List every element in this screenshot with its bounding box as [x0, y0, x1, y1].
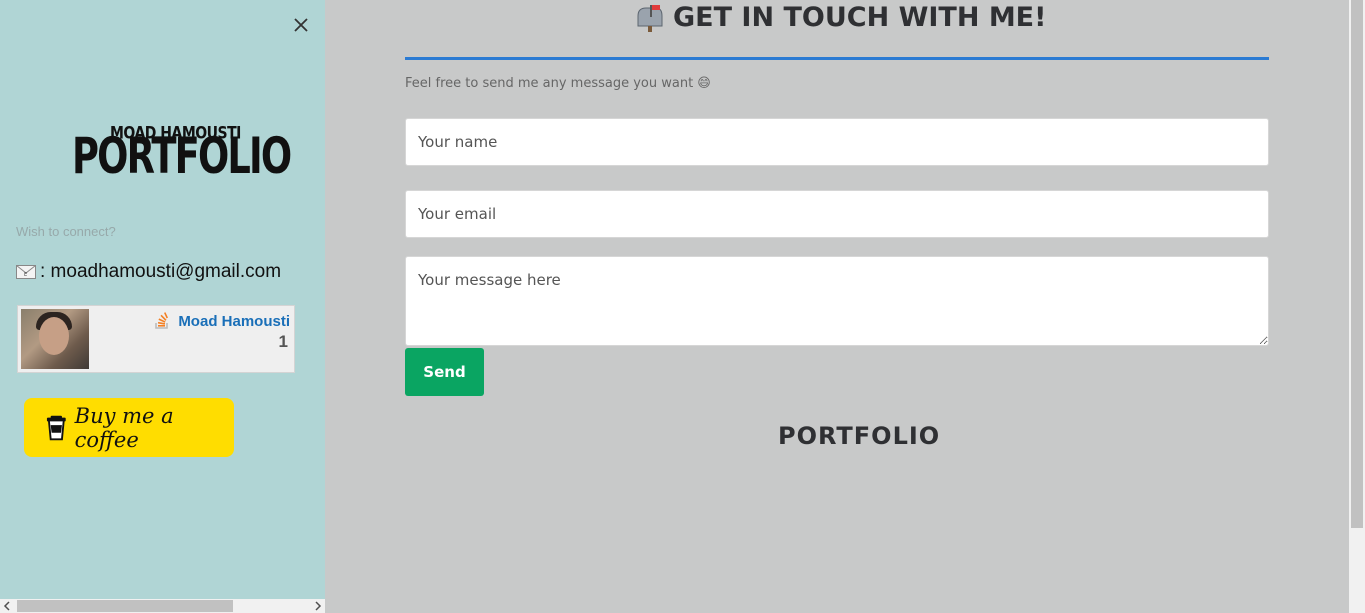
page-vertical-scrollbar[interactable]	[1349, 0, 1365, 613]
scroll-left-icon[interactable]	[3, 601, 11, 611]
envelope-icon: E	[16, 265, 36, 279]
email-contact[interactable]: E : moadhamousti@gmail.com	[16, 261, 281, 283]
scroll-right-icon[interactable]	[314, 601, 322, 611]
stackoverflow-profile-link[interactable]: Moad Hamousti	[154, 312, 290, 330]
grin-emoji-icon: 😄	[697, 76, 711, 91]
stackoverflow-flair[interactable]: Moad Hamousti 1	[17, 305, 295, 373]
scrollbar-thumb[interactable]	[1351, 0, 1363, 528]
mailbox-icon	[637, 4, 663, 32]
scrollbar-thumb[interactable]	[17, 600, 233, 612]
email-address: : moadhamousti@gmail.com	[40, 261, 282, 282]
buy-me-a-coffee-button[interactable]: Buy me a coffee	[24, 398, 234, 457]
footer-logo[interactable]: PORTFOLIO	[778, 422, 940, 450]
svg-text:E: E	[24, 272, 27, 278]
sidebar: MOAD HAMOUSTI PORTFOLIO Wish to connect?…	[0, 0, 325, 613]
close-icon	[294, 18, 308, 32]
avatar	[21, 309, 89, 369]
logo-main-text: PORTFOLIO	[72, 128, 292, 186]
heading-divider	[405, 57, 1269, 60]
email-field[interactable]	[405, 190, 1269, 238]
coffee-cup-icon	[46, 415, 66, 440]
coffee-label: Buy me a coffee	[74, 403, 174, 452]
stackoverflow-reputation: 1	[278, 332, 288, 351]
send-button[interactable]: Send	[405, 348, 484, 396]
wish-to-connect-label: Wish to connect?	[16, 224, 116, 239]
stackoverflow-username: Moad Hamousti	[178, 312, 290, 330]
page-title: GET IN TOUCH WITH ME!	[635, 2, 1046, 33]
heading-text: GET IN TOUCH WITH ME!	[673, 2, 1047, 33]
subtitle: Feel free to send me any message you wan…	[405, 76, 711, 91]
message-field[interactable]	[405, 256, 1269, 346]
contact-section: GET IN TOUCH WITH ME! Feel free to send …	[325, 0, 1349, 613]
stackoverflow-icon	[155, 312, 169, 329]
close-sidebar-button[interactable]	[290, 14, 312, 36]
name-field[interactable]	[405, 118, 1269, 166]
sidebar-horizontal-scrollbar[interactable]	[0, 599, 325, 613]
subtitle-text: Feel free to send me any message you wan…	[405, 76, 694, 91]
portfolio-logo[interactable]: MOAD HAMOUSTI PORTFOLIO	[72, 122, 292, 186]
